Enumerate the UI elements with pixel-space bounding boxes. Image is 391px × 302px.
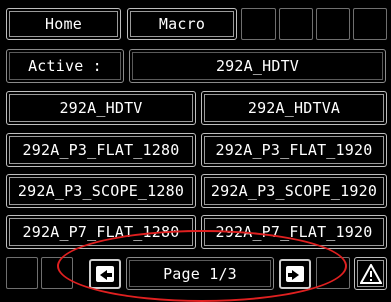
page-indicator: Page 1/3 xyxy=(126,257,274,290)
empty-cell xyxy=(241,8,276,40)
preset-button-3[interactable]: 292A_P3_FLAT_1280 xyxy=(6,133,196,167)
empty-cell xyxy=(316,257,350,289)
active-label: Active : xyxy=(6,49,124,83)
preset-button-8[interactable]: 292A_P7_FLAT_1920 xyxy=(201,215,387,249)
empty-cell xyxy=(6,257,38,289)
preset-button-1[interactable]: 292A_HDTV xyxy=(6,91,196,125)
preset-button-6[interactable]: 292A_P3_SCOPE_1920 xyxy=(201,174,387,208)
preset-button-4[interactable]: 292A_P3_FLAT_1920 xyxy=(201,133,387,167)
preset-button-2[interactable]: 292A_HDTVA xyxy=(201,91,387,125)
preset-button-7[interactable]: 292A_P7_FLAT_1280 xyxy=(6,215,196,249)
home-button[interactable]: Home xyxy=(6,8,121,40)
warning-triangle-icon xyxy=(359,263,382,284)
empty-cell xyxy=(316,8,350,40)
active-value: 292A_HDTV xyxy=(129,49,386,83)
empty-cell xyxy=(353,8,387,40)
arrow-left-icon xyxy=(96,266,114,282)
arrow-right-icon xyxy=(286,266,304,282)
empty-cell xyxy=(41,257,73,289)
warning-button[interactable] xyxy=(354,257,387,290)
macro-button[interactable]: Macro xyxy=(127,8,237,40)
preset-button-5[interactable]: 292A_P3_SCOPE_1280 xyxy=(6,174,196,208)
empty-cell xyxy=(279,8,313,40)
next-page-button[interactable] xyxy=(279,259,311,289)
prev-page-button[interactable] xyxy=(89,259,121,289)
